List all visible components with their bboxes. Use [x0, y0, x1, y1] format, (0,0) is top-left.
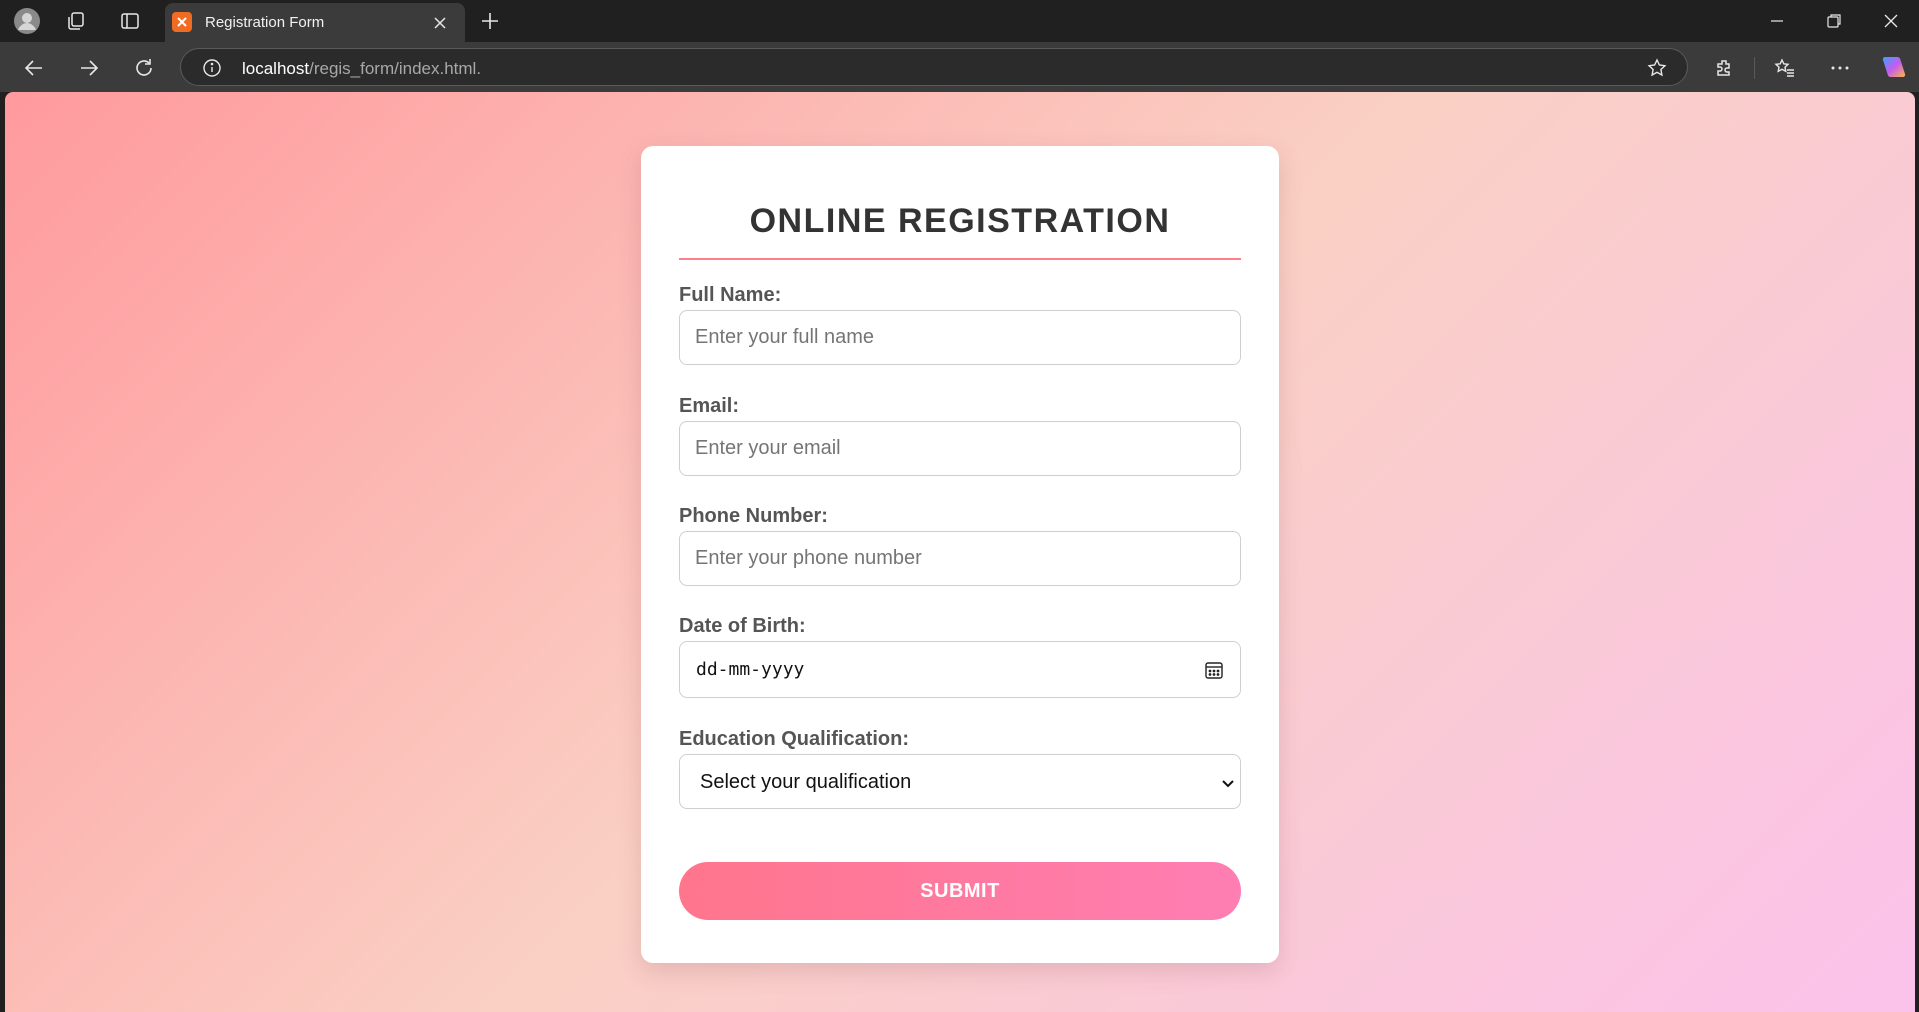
back-icon[interactable]	[20, 54, 48, 82]
chevron-down-icon	[1220, 775, 1236, 791]
email-label: Email:	[679, 395, 740, 417]
tab-strip: Registration Form	[0, 0, 1919, 42]
minimize-icon[interactable]	[1764, 10, 1790, 32]
education-label: Education Qualification:	[679, 728, 910, 750]
form-title: ONLINE REGISTRATION	[749, 202, 1171, 240]
workspaces-icon[interactable]	[63, 8, 89, 34]
address-bar[interactable]: localhost/regis_form/index.html.	[180, 48, 1688, 86]
email-input[interactable]	[679, 421, 1241, 476]
dob-label: Date of Birth:	[679, 615, 806, 637]
navigation-bar: localhost/regis_form/index.html.	[0, 42, 1919, 92]
close-window-icon[interactable]	[1878, 10, 1904, 32]
favorites-icon[interactable]	[1771, 54, 1799, 82]
extensions-icon[interactable]	[1711, 54, 1739, 82]
full-name-input[interactable]	[679, 310, 1241, 365]
full-name-label: Full Name:	[679, 284, 782, 306]
restore-icon[interactable]	[1821, 10, 1847, 32]
reload-icon[interactable]	[130, 54, 158, 82]
toolbar-divider	[1754, 57, 1755, 79]
forward-icon[interactable]	[75, 54, 103, 82]
profile-avatar-icon[interactable]	[12, 6, 42, 36]
url-host: localhost	[242, 59, 310, 78]
url-text: localhost/regis_form/index.html.	[242, 59, 481, 79]
calendar-icon[interactable]	[1204, 660, 1224, 680]
dob-display: dd-mm-yyyy	[696, 659, 805, 680]
education-select[interactable]: Select your qualification	[679, 754, 1241, 809]
site-info-icon[interactable]	[201, 57, 223, 79]
page-background: ONLINE REGISTRATION Full Name: Email: Ph…	[5, 92, 1915, 1012]
tab-actions-icon[interactable]	[117, 8, 143, 34]
close-tab-icon[interactable]	[428, 11, 452, 35]
phone-label: Phone Number:	[679, 505, 828, 527]
favorite-star-icon[interactable]	[1646, 57, 1668, 79]
copilot-icon[interactable]	[1879, 52, 1909, 82]
education-selected-value: Select your qualification	[700, 771, 912, 793]
submit-button[interactable]: SUBMIT	[679, 862, 1241, 920]
tab-title: Registration Form	[205, 14, 325, 31]
xampp-favicon-icon	[172, 12, 192, 32]
url-path: /regis_form/index.html.	[309, 59, 482, 78]
more-menu-icon[interactable]	[1826, 54, 1854, 82]
registration-card: ONLINE REGISTRATION Full Name: Email: Ph…	[641, 146, 1279, 963]
new-tab-icon[interactable]	[477, 8, 503, 34]
active-tab[interactable]: Registration Form	[165, 3, 465, 42]
phone-input[interactable]	[679, 531, 1241, 586]
title-underline	[679, 258, 1241, 260]
dob-input[interactable]: dd-mm-yyyy	[679, 641, 1241, 698]
